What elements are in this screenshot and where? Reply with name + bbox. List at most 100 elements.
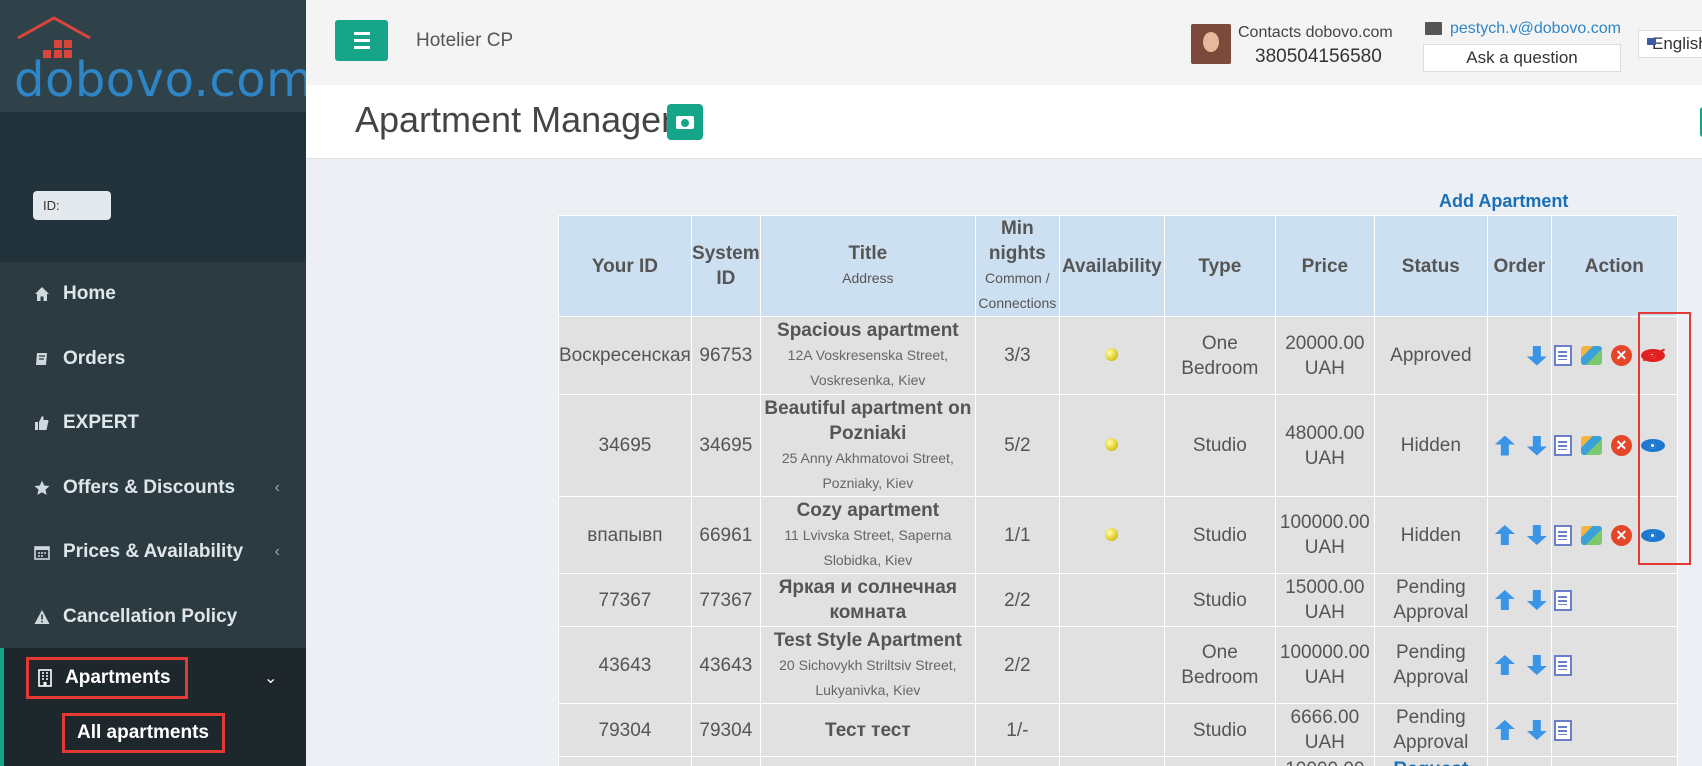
move-down-icon[interactable] <box>1526 590 1547 610</box>
camera-button[interactable] <box>667 104 703 140</box>
sidebar-item-orders[interactable]: Orders <box>0 327 306 392</box>
move-up-icon[interactable] <box>1494 590 1515 610</box>
move-down-icon[interactable] <box>1526 525 1547 545</box>
sidebar-item-home[interactable]: Home <box>0 262 306 327</box>
col-price: Price <box>1274 215 1375 317</box>
contact-email-link[interactable]: pestych.v@dobovo.com <box>1450 20 1621 38</box>
cell-min-nights: 5/2 <box>974 394 1060 497</box>
cell-title: Тест тест <box>759 703 976 757</box>
move-down-icon[interactable] <box>1526 345 1547 366</box>
apartment-title-link[interactable]: Beautiful apartment on Pozniaki <box>762 396 974 446</box>
cell-system-id: 96753 <box>690 316 761 395</box>
cell-order <box>1486 394 1552 497</box>
col-min-nights-sub: Common / Connections <box>978 270 1057 311</box>
edit-photos-icon[interactable] <box>1580 436 1602 455</box>
cell-min-nights: 2/2 <box>974 626 1060 704</box>
col-your-id: Your ID <box>558 215 692 317</box>
apartment-title-link[interactable]: Cozy apartment <box>762 498 974 523</box>
sidebar-item-apartments[interactable]: Apartments <box>26 657 188 699</box>
col-min-nights: Min nights Common / Connections <box>974 215 1060 317</box>
sidebar: dobovo.com ID: Home Orders EXPERT Offers… <box>0 0 313 766</box>
edit-photos-icon[interactable] <box>1580 346 1602 365</box>
move-up-icon[interactable] <box>1494 435 1515 456</box>
cell-your-id: 43643 <box>558 626 692 704</box>
sidebar-item-label: Offers & Discounts <box>63 476 236 498</box>
document-icon[interactable] <box>1553 589 1572 611</box>
sidebar-item-label: Prices & Availability <box>63 541 244 563</box>
document-icon[interactable] <box>1553 524 1572 546</box>
show-eye-icon[interactable] <box>1640 528 1665 542</box>
apartment-title-link[interactable]: Тест тест <box>762 718 974 743</box>
request-link[interactable]: Request <box>1393 759 1468 766</box>
move-down-icon[interactable] <box>1526 655 1547 675</box>
cell-order <box>1486 573 1552 627</box>
document-icon[interactable] <box>1553 345 1572 366</box>
ask-question-button[interactable]: Ask a question <box>1423 44 1621 72</box>
delete-icon[interactable]: ✕ <box>1610 524 1632 546</box>
cell-min-nights: 3/3 <box>974 316 1060 395</box>
table-row: впапывп 66961 Cozy apartment 11 Lvivska Str… <box>558 496 1678 574</box>
apartments-table: Your ID System ID Title Address Min night… <box>558 215 1678 766</box>
table-header-row: Your ID System ID Title Address Min night… <box>558 215 1678 317</box>
thumbs-up-icon <box>33 414 51 432</box>
document-icon[interactable] <box>1553 654 1572 676</box>
apartment-address: 11 Lvivska Street, Saperna Slobidka, Kie… <box>784 526 952 568</box>
cell-price: 48000.00 UAH <box>1274 394 1375 497</box>
col-system-id: System ID <box>690 215 761 317</box>
cell-action <box>1550 703 1678 757</box>
cell-title: Яркая и солнечная комната <box>759 573 976 627</box>
cell-action <box>1550 573 1678 627</box>
table-row: Воскресенская 96753 Spacious apartment 12A … <box>558 316 1678 395</box>
sidebar-menu: Home Orders EXPERT Offers & Discounts ‹ <box>0 262 306 649</box>
sidebar-item-label: EXPERT <box>63 412 140 434</box>
cell-availability <box>1058 496 1165 574</box>
hide-eye-icon[interactable] <box>1640 349 1665 362</box>
table-row: 79304 79304 Тест тест 1/- Studio 6666.00 UAH P… <box>558 703 1678 757</box>
apartment-title-link[interactable]: Яркая и солнечная комната <box>762 575 974 625</box>
cell-type: Studio <box>1163 394 1276 497</box>
sidebar-item-expert[interactable]: EXPERT <box>0 391 306 456</box>
cell-min-nights: 1/- <box>974 703 1060 757</box>
apartment-title-link[interactable]: Test Style Apartment <box>762 628 974 653</box>
sidebar-item-label: Home <box>63 283 116 305</box>
cell-action: ✕ <box>1550 496 1678 574</box>
book-icon <box>33 350 51 368</box>
move-down-icon[interactable] <box>1526 720 1547 740</box>
table-row: 43643 43643 Test Style Apartment 20 Sichovy… <box>558 626 1678 704</box>
move-down-icon[interactable] <box>1526 435 1547 456</box>
cell-your-id: 79304 <box>558 703 692 757</box>
document-icon[interactable] <box>1553 719 1572 741</box>
cell-availability <box>1058 394 1165 497</box>
sidebar-toggle-button[interactable] <box>335 20 388 61</box>
sidebar-subitem-all-apartments[interactable]: All apartments <box>62 713 225 753</box>
document-icon[interactable] <box>1553 435 1572 456</box>
availability-dot-icon[interactable] <box>1105 438 1119 451</box>
chevron-left-icon: ‹ <box>274 543 280 561</box>
cell-order <box>1486 703 1552 757</box>
availability-dot-icon[interactable] <box>1105 348 1119 361</box>
language-selector[interactable]: English <box>1638 30 1702 58</box>
page-title-bar: Apartment Manager <box>306 85 1702 159</box>
apartment-title-link[interactable]: Spacious apartment <box>762 318 974 343</box>
sidebar-item-prices[interactable]: Prices & Availability ‹ <box>0 520 306 585</box>
cell-order <box>1486 496 1552 574</box>
add-apartment-link[interactable]: Add Apartment <box>1439 191 1568 212</box>
edit-photos-icon[interactable] <box>1580 525 1602 545</box>
availability-dot-icon[interactable] <box>1105 527 1119 541</box>
table-row: 10000.00 Request <box>558 756 1678 766</box>
top-header: Hotelier CP Contacts dobovo.com 38050415… <box>306 0 1702 85</box>
logo-text[interactable]: dobovo.com <box>14 52 313 108</box>
delete-icon[interactable]: ✕ <box>1610 435 1632 456</box>
table-row: 34695 34695 Beautiful apartment on Pozniak… <box>558 394 1678 497</box>
move-up-icon[interactable] <box>1494 655 1515 675</box>
move-up-icon[interactable] <box>1494 720 1515 740</box>
cell-status: Pending Approval <box>1373 703 1488 757</box>
move-up-icon[interactable] <box>1494 525 1515 545</box>
delete-icon[interactable]: ✕ <box>1610 345 1632 366</box>
cell-system-id: 43643 <box>690 626 761 704</box>
cell-status: Approved <box>1373 316 1488 395</box>
cell-action: ✕ <box>1550 394 1678 497</box>
sidebar-item-offers[interactable]: Offers & Discounts ‹ <box>0 456 306 521</box>
show-eye-icon[interactable] <box>1640 439 1665 452</box>
sidebar-item-cancellation[interactable]: Cancellation Policy <box>0 585 306 650</box>
